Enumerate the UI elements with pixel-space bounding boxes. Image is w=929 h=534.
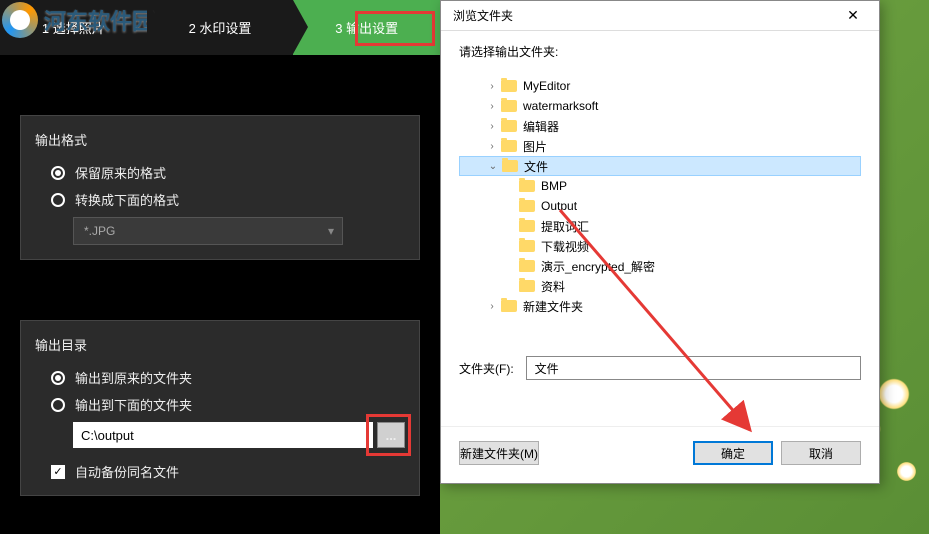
tree-item-label: 提取词汇 <box>541 218 589 235</box>
cancel-button[interactable]: 取消 <box>781 441 861 465</box>
folder-icon <box>519 280 535 292</box>
tree-item[interactable]: › MyEditor <box>459 76 861 96</box>
format-select[interactable]: *.JPG <box>73 217 343 245</box>
expander-icon: ⌄ <box>486 161 500 172</box>
radio-convert[interactable]: 转换成下面的格式 <box>51 190 405 209</box>
radio-icon <box>51 371 65 385</box>
flower-decor <box>874 374 914 414</box>
folder-icon <box>501 80 517 92</box>
flower-decor <box>894 459 919 484</box>
folder-icon <box>501 100 517 112</box>
radio-label: 转换成下面的格式 <box>75 190 179 209</box>
tree-item-label: 图片 <box>523 138 547 155</box>
tree-item-label: watermarksoft <box>523 99 598 113</box>
browse-folder-dialog: 浏览文件夹 ✕ 请选择输出文件夹: › MyEditor › watermarksof… <box>440 0 880 484</box>
tree-item[interactable]: 提取词汇 <box>459 216 861 236</box>
tree-item[interactable]: Output <box>459 196 861 216</box>
dialog-prompt: 请选择输出文件夹: <box>441 31 879 66</box>
radio-icon <box>51 166 65 180</box>
app-panel: 1 选择照片 2 水印设置 3 输出设置 输出格式 保留原来的格式 转换成下面的… <box>0 0 440 534</box>
radio-label: 输出到原来的文件夹 <box>75 368 192 387</box>
radio-label: 输出到下面的文件夹 <box>75 395 192 414</box>
tree-item[interactable]: › 编辑器 <box>459 116 861 136</box>
tree-item-label: Output <box>541 199 577 213</box>
folder-icon <box>519 240 535 252</box>
tree-item[interactable]: › watermarksoft <box>459 96 861 116</box>
expander-icon: › <box>485 301 499 312</box>
tree-item-label: MyEditor <box>523 79 570 93</box>
logo-text: 河东软件园 <box>44 4 154 36</box>
radio-to-below[interactable]: 输出到下面的文件夹 <box>51 395 405 414</box>
highlight-box <box>355 11 435 46</box>
expander-icon: › <box>485 81 499 92</box>
check-icon: ✓ <box>51 465 65 479</box>
tree-item-label: 新建文件夹 <box>523 298 583 315</box>
folder-icon <box>501 300 517 312</box>
tree-item[interactable]: ⌄ 文件 <box>459 156 861 176</box>
folder-icon <box>501 140 517 152</box>
output-dir-panel: 输出目录 输出到原来的文件夹 输出到下面的文件夹 ... ✓ 自动备份同名文件 <box>20 320 420 496</box>
dialog-title: 浏览文件夹 <box>453 7 513 24</box>
backup-checkbox[interactable]: ✓ 自动备份同名文件 <box>51 462 405 481</box>
radio-keep-original[interactable]: 保留原来的格式 <box>51 163 405 182</box>
tree-item-label: 下载视频 <box>541 238 589 255</box>
title-bar: 浏览文件夹 ✕ <box>441 1 879 31</box>
panel-title: 输出目录 <box>35 335 405 354</box>
expander-icon: › <box>485 121 499 132</box>
radio-label: 保留原来的格式 <box>75 163 166 182</box>
check-label: 自动备份同名文件 <box>75 462 179 481</box>
new-folder-button[interactable]: 新建文件夹(M) <box>459 441 539 465</box>
close-icon: ✕ <box>847 7 859 24</box>
folder-name-input[interactable] <box>526 356 861 380</box>
tree-item-label: 演示_encrypted_解密 <box>541 258 655 275</box>
tree-item[interactable]: 资料 <box>459 276 861 296</box>
folder-icon <box>502 160 518 172</box>
tree-item[interactable]: › 新建文件夹 <box>459 296 861 316</box>
select-value: *.JPG <box>84 224 115 238</box>
ok-button[interactable]: 确定 <box>693 441 773 465</box>
radio-icon <box>51 398 65 412</box>
tree-item[interactable]: 演示_encrypted_解密 <box>459 256 861 276</box>
folder-tree[interactable]: › MyEditor › watermarksoft › 编辑器 › 图片 ⌄ 文件 BMP Outp… <box>459 72 861 342</box>
dialog-buttons: 新建文件夹(M) 确定 取消 <box>441 426 879 483</box>
tree-item[interactable]: BMP <box>459 176 861 196</box>
folder-icon <box>519 260 535 272</box>
tree-item-label: BMP <box>541 179 567 193</box>
folder-icon <box>519 200 535 212</box>
step-2[interactable]: 2 水印设置 <box>147 0 294 55</box>
tree-item-label: 文件 <box>524 158 548 175</box>
tree-item[interactable]: 下载视频 <box>459 236 861 256</box>
step-label: 2 水印设置 <box>189 18 252 37</box>
tree-item[interactable]: › 图片 <box>459 136 861 156</box>
path-row: ... <box>73 422 405 448</box>
folder-icon <box>501 120 517 132</box>
highlight-box <box>366 414 411 456</box>
tree-item-label: 资料 <box>541 278 565 295</box>
output-path-input[interactable] <box>73 422 373 448</box>
button-label: 新建文件夹(M) <box>460 445 538 462</box>
site-watermark: 河东软件园 <box>2 2 154 38</box>
radio-icon <box>51 193 65 207</box>
panel-title: 输出格式 <box>35 130 405 149</box>
close-button[interactable]: ✕ <box>833 4 873 28</box>
tree-item-label: 编辑器 <box>523 118 559 135</box>
folder-icon <box>519 220 535 232</box>
expander-icon: › <box>485 101 499 112</box>
radio-to-original[interactable]: 输出到原来的文件夹 <box>51 368 405 387</box>
logo-icon <box>2 2 38 38</box>
folder-label: 文件夹(F): <box>459 360 514 377</box>
button-label: 确定 <box>721 445 745 462</box>
expander-icon: › <box>485 141 499 152</box>
output-format-panel: 输出格式 保留原来的格式 转换成下面的格式 *.JPG <box>20 115 420 260</box>
folder-name-row: 文件夹(F): <box>441 348 879 388</box>
button-label: 取消 <box>809 445 833 462</box>
folder-icon <box>519 180 535 192</box>
